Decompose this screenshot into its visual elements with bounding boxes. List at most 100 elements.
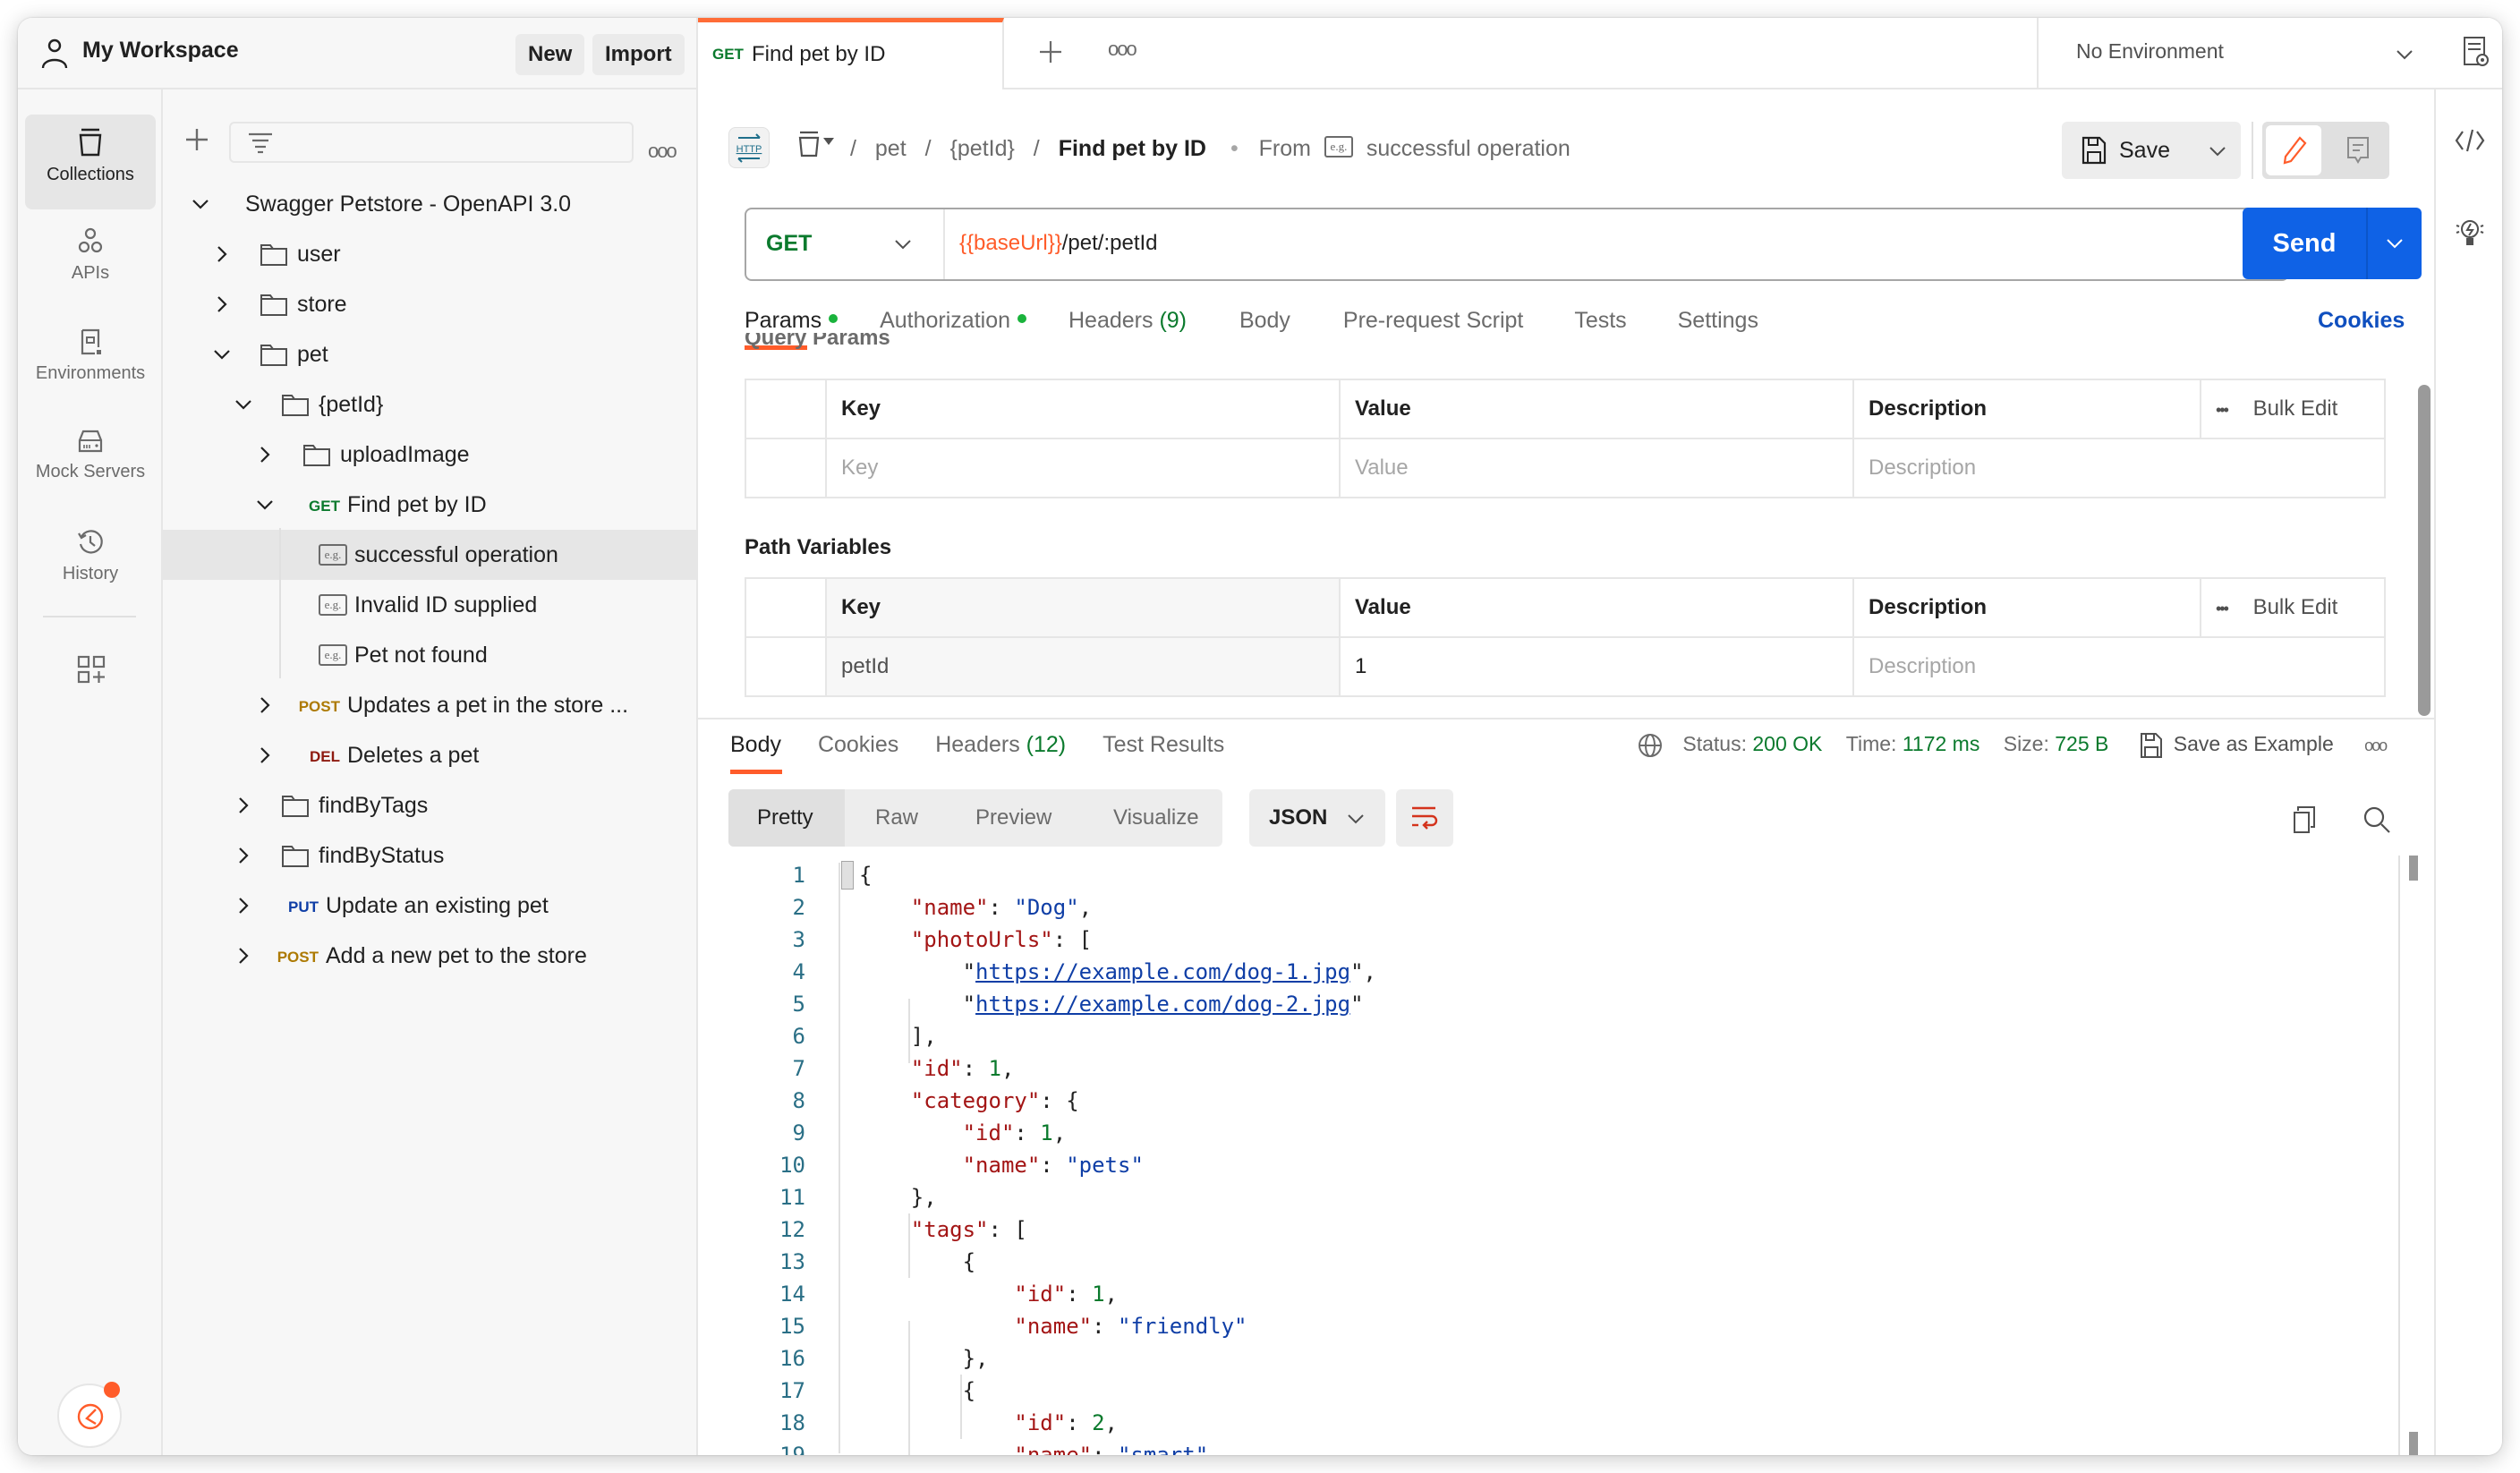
add-collection-icon[interactable] <box>184 127 209 152</box>
globe-icon[interactable] <box>1638 733 1663 758</box>
chevron-right-icon[interactable] <box>254 694 276 716</box>
url-link[interactable]: https://example.com/dog-1.jpg <box>975 959 1350 984</box>
status-value[interactable]: 200 OK <box>1752 732 1822 755</box>
tree-item-request[interactable]: GET Find pet by ID <box>163 480 696 530</box>
code-scrollbar-bottom[interactable] <box>2409 1432 2418 1455</box>
more-icon[interactable]: ••• <box>2216 600 2229 617</box>
breadcrumb-petid[interactable]: {petId} <box>950 136 1015 161</box>
tab-settings[interactable]: Settings <box>1678 308 1758 333</box>
value-input[interactable]: Value <box>1339 438 1854 498</box>
method-select[interactable]: GET <box>746 209 945 279</box>
tree-item-example[interactable]: e.g. Invalid ID supplied <box>163 580 696 630</box>
tab-response-cookies[interactable]: Cookies <box>818 732 898 757</box>
view-visualize[interactable]: Visualize <box>1113 805 1199 830</box>
tree-item-folder[interactable]: {petId} <box>163 379 696 430</box>
url-link[interactable]: https://example.com/dog-2.jpg <box>975 992 1350 1017</box>
rail-item-history[interactable]: History <box>25 515 156 610</box>
path-value-input[interactable]: 1 <box>1339 636 1854 697</box>
save-button[interactable]: Save <box>2062 122 2192 179</box>
bootcamp-button[interactable] <box>57 1382 122 1448</box>
size-value[interactable]: 725 B <box>2055 732 2108 755</box>
format-select[interactable]: JSON <box>1249 789 1385 847</box>
import-button[interactable]: Import <box>592 34 685 75</box>
tab-authorization[interactable]: Authorization <box>880 308 1027 333</box>
rail-item-mock-servers[interactable]: Mock Servers <box>25 415 156 510</box>
rail-item-collections[interactable]: Collections <box>25 115 156 209</box>
url-input[interactable]: {{baseUrl}}/pet/:petId <box>959 231 1158 256</box>
tab-body[interactable]: Body <box>1239 308 1290 333</box>
tree-item-request[interactable]: POST Updates a pet in the store ... <box>163 680 696 730</box>
tree-item-folder[interactable]: user <box>163 229 696 279</box>
tab-test-results[interactable]: Test Results <box>1102 732 1224 757</box>
chevron-right-icon[interactable] <box>254 745 276 766</box>
save-options-button[interactable] <box>2194 122 2241 179</box>
key-input[interactable]: Key <box>825 438 1341 498</box>
new-tab-icon[interactable] <box>1038 39 1063 64</box>
tab-find-pet-by-id[interactable]: GET Find pet by ID <box>698 18 1004 89</box>
response-body-code[interactable]: 1{2 "name": "Dog", 3 "photoUrls": [4 "htt… <box>725 856 2398 1455</box>
view-preview[interactable]: Preview <box>975 805 1051 830</box>
tree-collection[interactable]: Swagger Petstore - OpenAPI 3.0 <box>163 179 696 229</box>
tree-item-folder[interactable]: pet <box>163 329 696 379</box>
chevron-right-icon[interactable] <box>233 895 254 916</box>
response-more-icon[interactable]: ooo <box>2364 736 2388 754</box>
tree-item-folder[interactable]: findByStatus <box>163 830 696 881</box>
copy-icon[interactable] <box>2291 805 2318 834</box>
search-icon[interactable] <box>2362 805 2391 834</box>
tab-response-headers[interactable]: Headers (12) <box>935 732 1066 757</box>
tab-response-body[interactable]: Body <box>730 732 781 757</box>
tree-item-folder[interactable]: store <box>163 279 696 329</box>
chevron-right-icon[interactable] <box>211 243 233 265</box>
params-scrollbar[interactable] <box>2418 385 2431 716</box>
tab-headers[interactable]: Headers (9) <box>1068 308 1187 333</box>
tree-item-folder[interactable]: uploadImage <box>163 430 696 480</box>
tree-item-example[interactable]: e.g. Pet not found <box>163 630 696 680</box>
tree-item-request[interactable]: DEL Deletes a pet <box>163 730 696 780</box>
view-pretty[interactable]: Pretty <box>757 805 813 830</box>
collection-icon[interactable] <box>796 131 836 159</box>
environment-selector[interactable]: No Environment <box>2037 18 2434 89</box>
from-example-link[interactable]: successful operation <box>1366 136 1571 161</box>
description-input[interactable]: Description <box>1852 636 2386 697</box>
more-icon[interactable]: ••• <box>2216 401 2229 419</box>
breadcrumb-pet[interactable]: pet <box>875 136 907 161</box>
view-raw[interactable]: Raw <box>875 805 918 830</box>
chevron-down-icon[interactable] <box>211 344 233 365</box>
rail-item-environments[interactable]: Environments <box>25 315 156 410</box>
configure-sidebar-icon[interactable] <box>77 655 106 684</box>
time-value[interactable]: 1172 ms <box>1903 732 1980 755</box>
chevron-right-icon[interactable] <box>233 795 254 816</box>
edit-mode-button[interactable] <box>2266 125 2321 175</box>
cookies-link[interactable]: Cookies <box>2318 308 2405 334</box>
environment-quick-look-icon[interactable] <box>2463 36 2490 68</box>
tree-more-icon[interactable]: ooo <box>648 140 677 163</box>
bulk-edit-button[interactable]: Bulk Edit <box>2253 396 2338 421</box>
tab-pre-request-script[interactable]: Pre-request Script <box>1343 308 1523 333</box>
tab-tests[interactable]: Tests <box>1574 308 1626 333</box>
workspace-title[interactable]: My Workspace <box>82 38 239 64</box>
chevron-down-icon[interactable] <box>233 394 254 415</box>
tree-item-example[interactable]: e.g. successful operation <box>163 530 696 580</box>
tree-item-request[interactable]: POST Add a new pet to the store <box>163 931 696 981</box>
code-snippet-icon[interactable] <box>2454 127 2486 154</box>
chevron-right-icon[interactable] <box>233 945 254 966</box>
send-button[interactable]: Send <box>2243 208 2366 279</box>
chevron-down-icon[interactable] <box>254 494 276 515</box>
comments-mode-button[interactable] <box>2330 125 2386 175</box>
chevron-right-icon[interactable] <box>254 444 276 465</box>
chevron-right-icon[interactable] <box>211 294 233 315</box>
tree-search-input[interactable] <box>229 122 634 163</box>
code-scrollbar-top[interactable] <box>2409 856 2418 881</box>
bulk-edit-button[interactable]: Bulk Edit <box>2253 595 2338 619</box>
new-button[interactable]: New <box>515 34 585 75</box>
response-divider[interactable] <box>698 718 2434 719</box>
save-as-example-button[interactable]: Save as Example <box>2140 732 2339 758</box>
tree-item-folder[interactable]: findByTags <box>163 780 696 830</box>
tab-params[interactable]: Params <box>745 308 839 333</box>
tab-options-icon[interactable]: ooo <box>1108 38 1137 61</box>
chevron-right-icon[interactable] <box>233 845 254 866</box>
description-input[interactable]: Description <box>1852 438 2386 498</box>
send-options-button[interactable] <box>2368 208 2422 279</box>
lightbulb-icon[interactable] <box>2454 217 2486 249</box>
tree-item-request[interactable]: PUT Update an existing pet <box>163 881 696 931</box>
